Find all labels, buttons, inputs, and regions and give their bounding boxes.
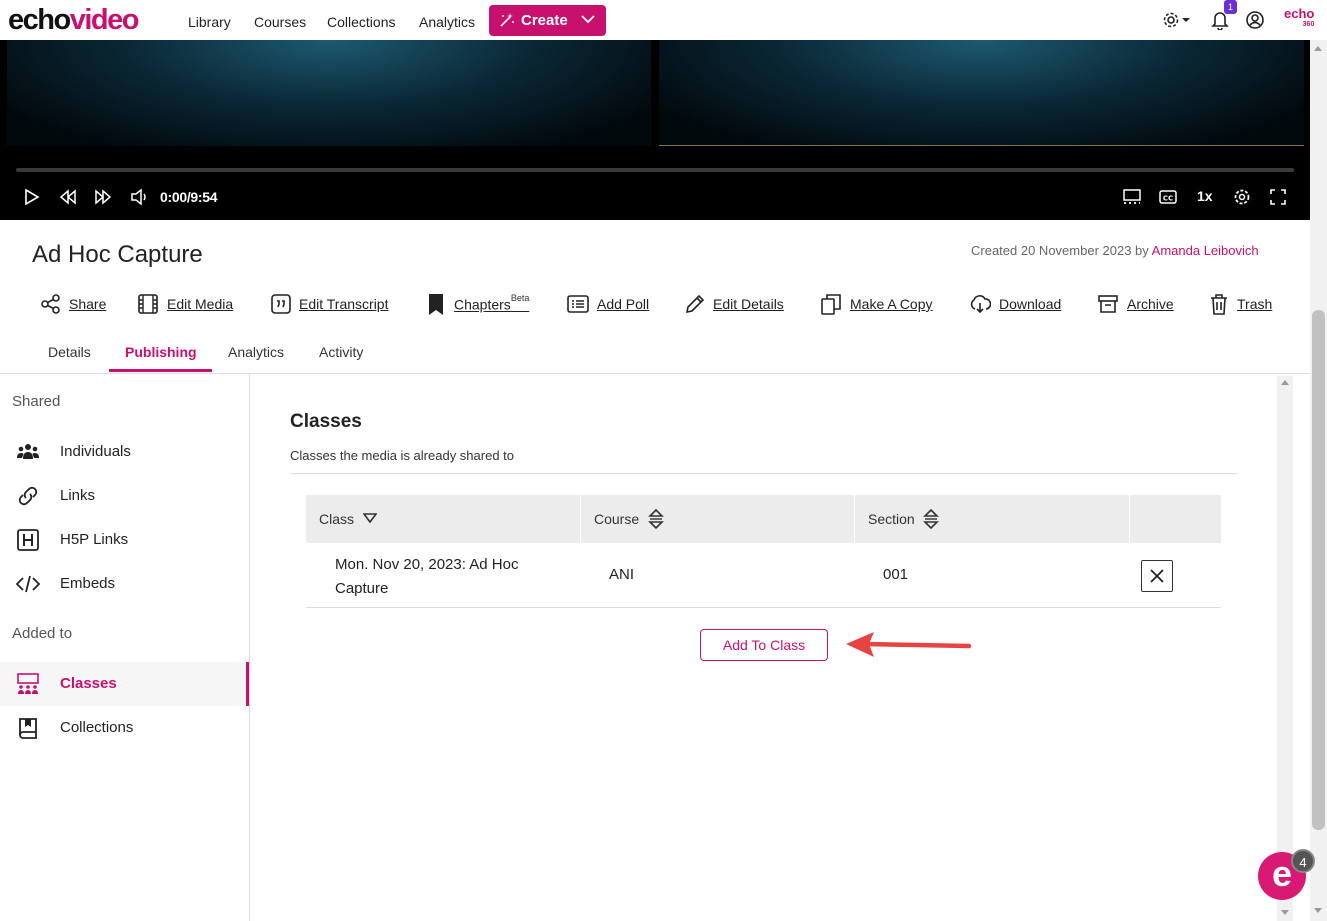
divider bbox=[290, 473, 1237, 474]
nav-analytics[interactable]: Analytics bbox=[419, 14, 475, 30]
progress-bar[interactable] bbox=[16, 168, 1294, 172]
column-header-section[interactable]: Section bbox=[855, 495, 1130, 543]
sidebar-item-classes[interactable]: Classes bbox=[0, 662, 249, 706]
fast-forward-icon[interactable] bbox=[94, 188, 112, 206]
video-pane-secondary[interactable] bbox=[659, 40, 1304, 146]
nav-collections[interactable]: Collections bbox=[327, 14, 395, 30]
table-header: Class Course Section bbox=[306, 495, 1221, 543]
table-row: Mon. Nov 20, 2023: Ad Hoc Capture ANI 00… bbox=[306, 543, 1221, 608]
quote-icon bbox=[270, 293, 292, 315]
scroll-down-arrow[interactable] bbox=[1281, 910, 1289, 915]
scroll-up-arrow[interactable] bbox=[1314, 46, 1322, 51]
play-icon[interactable] bbox=[24, 188, 40, 206]
classroom-icon bbox=[16, 672, 40, 696]
media-title: Ad Hoc Capture bbox=[32, 241, 203, 268]
playback-speed[interactable]: 1x bbox=[1197, 188, 1213, 204]
layout-icon[interactable] bbox=[1122, 188, 1142, 206]
video-pane-primary[interactable] bbox=[7, 40, 651, 146]
chat-count-badge: 4 bbox=[1291, 849, 1315, 873]
download-icon bbox=[969, 293, 991, 315]
echovideo-logo[interactable]: echovideo bbox=[8, 2, 139, 38]
cell-class[interactable]: Mon. Nov 20, 2023: Ad Hoc Capture bbox=[335, 553, 518, 601]
user-account-icon[interactable] bbox=[1245, 10, 1265, 30]
page-scrollbar[interactable] bbox=[1310, 40, 1327, 921]
column-header-class[interactable]: Class bbox=[306, 495, 581, 543]
svg-text:CC: CC bbox=[1163, 195, 1173, 203]
volume-icon[interactable] bbox=[130, 188, 150, 206]
archive-icon bbox=[1097, 293, 1119, 315]
author-link[interactable]: Amanda Leibovich bbox=[1152, 243, 1259, 258]
classes-panel: Classes Classes the media is already sha… bbox=[250, 374, 1277, 921]
closed-captions-icon[interactable]: CC bbox=[1158, 188, 1178, 206]
section-subtitle: Classes the media is already shared to bbox=[290, 448, 515, 463]
rewind-icon[interactable] bbox=[59, 188, 77, 206]
sidebar-item-h5p-links[interactable]: H5P Links bbox=[0, 518, 249, 562]
time-display: 0:00/9:54 bbox=[160, 189, 218, 205]
pencil-icon bbox=[684, 293, 706, 315]
cell-course: ANI bbox=[609, 566, 635, 583]
beta-tag: Beta bbox=[510, 293, 530, 303]
scroll-up-arrow[interactable] bbox=[1281, 380, 1289, 385]
h5p-icon bbox=[16, 528, 40, 552]
sort-both-icon bbox=[648, 508, 664, 530]
video-player: 0:00/9:54 CC 1x bbox=[0, 40, 1310, 220]
publishing-sidebar: Shared Individuals Links H5P Links Embed… bbox=[0, 374, 250, 921]
nav-library[interactable]: Library bbox=[188, 14, 231, 30]
tab-publishing[interactable]: Publishing bbox=[125, 344, 197, 360]
code-icon bbox=[16, 572, 40, 596]
trash-icon bbox=[1208, 293, 1230, 315]
media-tabs: Details Publishing Analytics Activity bbox=[0, 336, 1310, 374]
create-label: Create bbox=[521, 12, 568, 29]
create-button[interactable]: Create bbox=[489, 5, 606, 36]
added-to-heading: Added to bbox=[12, 625, 73, 642]
magic-wand-icon bbox=[499, 12, 515, 28]
cell-section: 001 bbox=[883, 566, 909, 583]
column-header-course[interactable]: Course bbox=[581, 495, 855, 543]
list-icon bbox=[567, 293, 589, 315]
active-tab-indicator bbox=[109, 369, 212, 372]
share-icon bbox=[40, 293, 62, 315]
scrollbar-thumb[interactable] bbox=[1312, 310, 1325, 830]
sidebar-item-individuals[interactable]: Individuals bbox=[0, 430, 249, 474]
copy-icon bbox=[820, 293, 842, 315]
fullscreen-icon[interactable] bbox=[1269, 188, 1287, 206]
people-icon bbox=[16, 440, 40, 464]
scroll-down-arrow[interactable] bbox=[1314, 908, 1322, 913]
sort-down-icon bbox=[363, 511, 377, 525]
sidebar-item-links[interactable]: Links bbox=[0, 474, 249, 518]
tab-analytics[interactable]: Analytics bbox=[228, 344, 284, 360]
bookmark-icon bbox=[426, 293, 448, 315]
section-title: Classes bbox=[290, 411, 362, 432]
annotation-arrow bbox=[842, 629, 977, 663]
book-icon bbox=[16, 716, 40, 740]
echo360-logo: echo 360 bbox=[1284, 6, 1315, 28]
tab-activity[interactable]: Activity bbox=[319, 344, 363, 360]
panel-scrollbar[interactable] bbox=[1277, 376, 1293, 921]
sidebar-item-collections[interactable]: Collections bbox=[0, 706, 249, 750]
created-info: Created 20 November 2023 by Amanda Leibo… bbox=[971, 243, 1259, 258]
notification-badge: 1 bbox=[1224, 0, 1237, 14]
tab-details[interactable]: Details bbox=[48, 344, 91, 360]
player-settings-icon[interactable] bbox=[1233, 188, 1251, 206]
nav-courses[interactable]: Courses bbox=[254, 14, 306, 30]
remove-class-button[interactable] bbox=[1141, 560, 1173, 592]
chevron-down-icon bbox=[581, 14, 595, 24]
shared-heading: Shared bbox=[12, 393, 61, 410]
settings-dropdown-icon[interactable] bbox=[1162, 10, 1192, 30]
sidebar-item-embeds[interactable]: Embeds bbox=[0, 562, 249, 606]
link-icon bbox=[16, 484, 40, 508]
add-to-class-button[interactable]: Add To Class bbox=[700, 629, 828, 661]
top-nav: echovideo Library Courses Collections An… bbox=[0, 0, 1327, 40]
sort-both-icon bbox=[923, 508, 939, 530]
film-icon bbox=[137, 293, 159, 315]
